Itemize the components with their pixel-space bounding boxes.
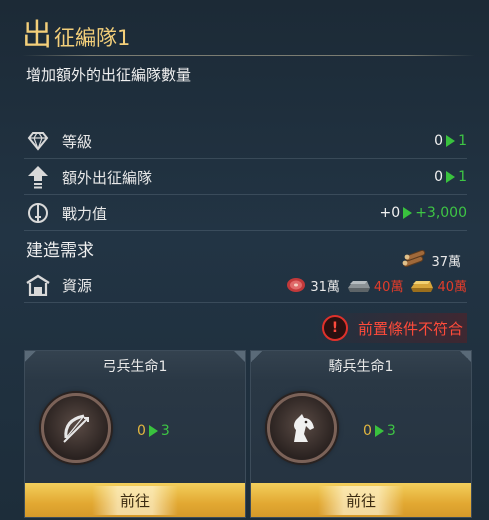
iron-ingot-icon [347,281,370,292]
card-title: 騎兵生命1 [251,351,471,381]
stat-row-level: 等級 0 1 [24,124,467,159]
warning-text: 前置條件不符合 [357,319,463,338]
gold-bar-icon [411,281,434,292]
resource-label: 資源 [62,276,93,295]
next-value: 1 [458,169,467,185]
current-value: 0 [434,169,444,185]
gold-amount: 40萬 [437,279,467,295]
prerequisite-card-cavalry: 騎兵生命1 0 3 前往 [250,350,472,518]
stat-value: 0 1 [434,133,467,149]
upgrade-panel: 出 征編隊1 增加額外的出征編隊數量 等級 0 1 額外出征編隊 0 1 戰力值 [0,0,489,520]
gold-requirement: 40萬 [408,276,467,295]
goto-label: 前往 [91,485,178,515]
title-first-char: 出 [22,18,52,53]
current-value: 0 [434,133,444,149]
stat-label: 等級 [62,132,93,151]
stat-label: 額外出征編隊 [62,168,153,187]
arrow-right-icon [148,425,158,437]
current-value: +0 [379,205,401,221]
stat-value: +0 +3,000 [380,205,467,221]
arrow-right-icon [403,207,413,219]
resource-row: 資源 31萬 40萬 40萬 [24,268,467,303]
description: 增加額外的出征編隊數量 [26,66,192,84]
card-title: 弓兵生命1 [25,351,245,381]
stat-row-extra-formation: 額外出征編隊 0 1 [24,160,467,195]
stat-row-power: 戰力值 +0 +3,000 [24,196,467,231]
meat-requirement: 31萬 [285,276,340,295]
next-value: +3,000 [415,205,467,221]
current-value: 0 [363,423,372,439]
resource-list: 31萬 40萬 40萬 [285,276,467,295]
arrow-right-icon [446,135,456,147]
title-rest: 征編隊1 [54,26,131,50]
next-value: 3 [160,423,170,439]
meat-amount: 31萬 [310,279,340,295]
goto-label: 前往 [317,485,404,515]
wood-amount: 37萬 [431,254,461,270]
next-value: 3 [386,423,396,439]
power-sword-icon [24,199,52,227]
prerequisite-warning: ! 前置條件不符合 [313,313,467,343]
stat-label: 戰力值 [62,204,108,223]
horse-icon [267,393,337,463]
diamond-icon [24,127,52,155]
iron-requirement: 40萬 [345,276,404,295]
arrow-right-icon [374,425,384,437]
goto-button[interactable]: 前往 [251,483,471,517]
title-divider [22,55,475,56]
next-value: 1 [458,133,467,149]
warehouse-icon [24,271,52,299]
meat-icon [287,278,306,292]
page-title: 出 征編隊1 [22,12,130,52]
stat-value: 0 1 [434,169,467,185]
iron-amount: 40萬 [373,279,404,295]
upgrade-arrow-icon [24,163,52,191]
arrow-right-icon [446,171,456,183]
card-progress: 0 3 [363,423,396,439]
prerequisite-card-archer: 弓兵生命1 0 3 前往 [24,350,246,518]
goto-button[interactable]: 前往 [25,483,245,517]
card-progress: 0 3 [137,423,170,439]
requirements-title: 建造需求 [26,241,94,261]
bow-icon [41,393,111,463]
warning-icon: ! [321,315,348,341]
current-value: 0 [137,423,146,439]
